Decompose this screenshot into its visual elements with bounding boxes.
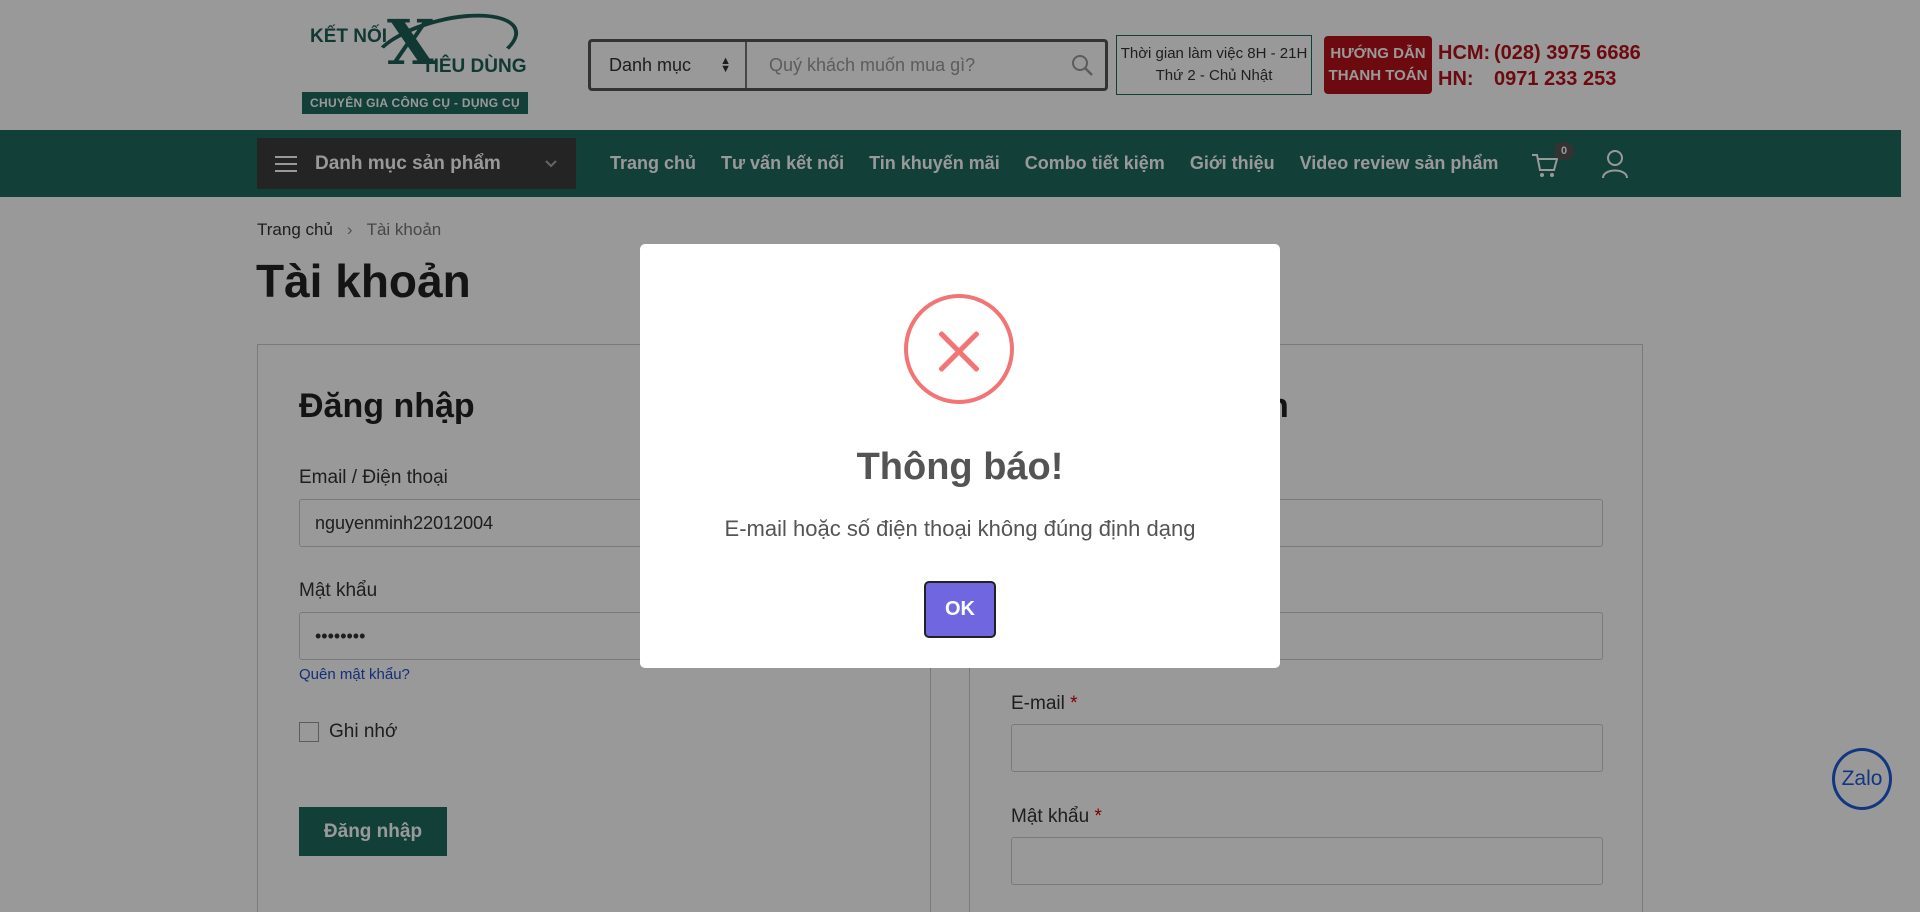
error-x-icon bbox=[904, 294, 1014, 404]
alert-message: E-mail hoặc số điện thoại không đúng địn… bbox=[724, 516, 1196, 541]
alert-title: Thông báo! bbox=[856, 446, 1064, 488]
alert-dialog: Thông báo! E-mail hoặc số điện thoại khô… bbox=[640, 244, 1280, 668]
ok-button[interactable]: OK bbox=[924, 581, 996, 638]
